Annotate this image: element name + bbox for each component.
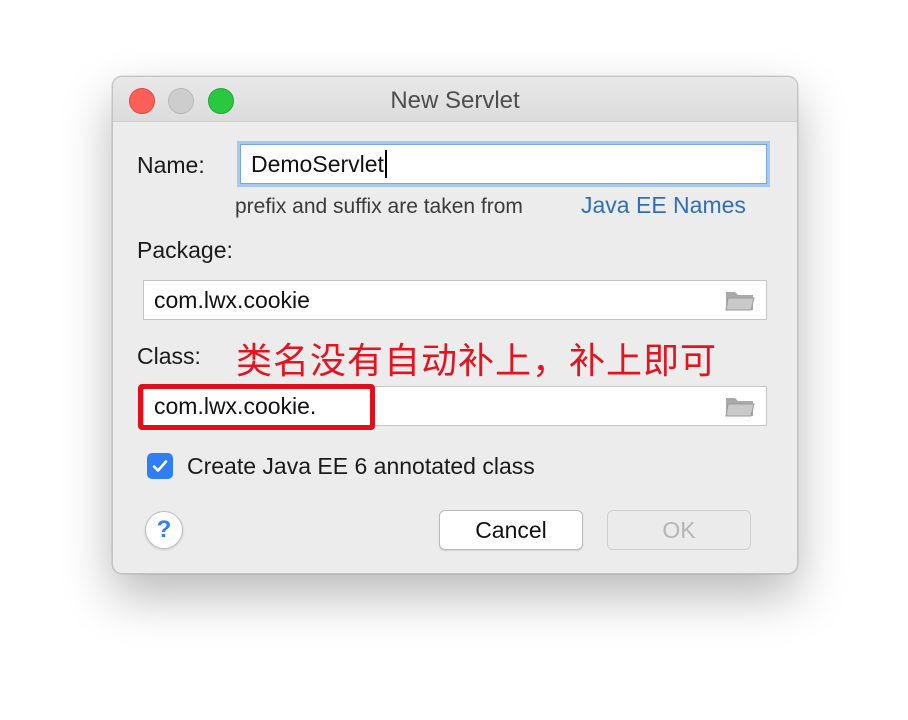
package-input-value: com.lwx.cookie [154, 286, 310, 313]
name-label: Name: [137, 152, 205, 178]
red-annotation-text: 类名没有自动补上，补上即可 [236, 341, 718, 382]
annotated-class-label[interactable]: Create Java EE 6 annotated class [187, 453, 535, 480]
ok-button[interactable]: OK [607, 510, 751, 550]
title-bar[interactable]: New Servlet [113, 77, 797, 122]
dialog-title: New Servlet [390, 87, 520, 114]
help-button[interactable]: ? [145, 511, 183, 549]
cancel-button[interactable]: Cancel [439, 510, 583, 550]
class-label: Class: [137, 343, 201, 369]
question-icon: ? [156, 516, 172, 543]
new-servlet-dialog: New Servlet Name: DemoServlet prefix and… [112, 76, 798, 574]
name-hint-text: prefix and suffix are taken from [235, 195, 523, 218]
package-input[interactable]: com.lwx.cookie [143, 280, 767, 320]
java-ee-names-link[interactable]: Java EE Names [581, 192, 746, 219]
name-input[interactable]: DemoServlet [240, 144, 767, 184]
text-caret [384, 150, 387, 178]
package-folder-icon[interactable] [725, 288, 755, 312]
checkmark-icon [152, 460, 168, 472]
red-highlight-box [138, 384, 375, 430]
class-folder-icon[interactable] [725, 394, 755, 418]
package-label: Package: [137, 237, 233, 263]
annotated-class-checkbox[interactable] [147, 453, 173, 479]
name-input-value: DemoServlet [251, 150, 384, 177]
